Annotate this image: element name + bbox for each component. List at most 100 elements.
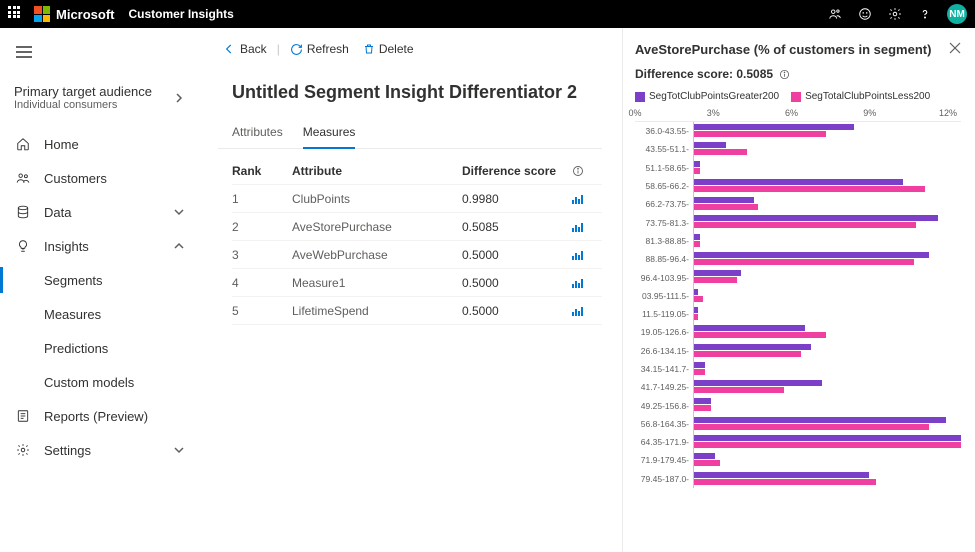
tab-attributes[interactable]: Attributes — [232, 119, 283, 148]
table-row[interactable]: 4Measure10.5000 — [232, 269, 602, 297]
cell-rank: 5 — [232, 304, 292, 318]
chart-row: 03.95-111.5- — [635, 287, 961, 305]
cell-score: 0.9980 — [462, 192, 572, 206]
bar-chart: 0%3%6%9%12% 36.0-43.55-43.55-51.1-51.1-5… — [635, 108, 961, 542]
home-icon — [14, 137, 32, 151]
bar-series-b — [694, 277, 737, 283]
table-row[interactable]: 2AveStorePurchase0.5085 — [232, 213, 602, 241]
axis-tick: 12% — [939, 108, 957, 118]
table-row[interactable]: 3AveWebPurchase0.5000 — [232, 241, 602, 269]
chart-row: 58.65-66.2- — [635, 177, 961, 195]
chart-row: 81.3-88.85- — [635, 232, 961, 250]
nav-measures[interactable]: Measures — [0, 297, 198, 331]
tabs: Attributes Measures — [218, 119, 602, 149]
y-label: 79.45-187.0- — [635, 474, 693, 484]
back-arrow-icon — [222, 42, 236, 56]
col-attribute: Attribute — [292, 164, 462, 178]
bar-series-b — [694, 460, 720, 466]
bar-series-a — [694, 124, 854, 130]
refresh-icon — [290, 43, 303, 56]
cell-score: 0.5000 — [462, 248, 572, 262]
col-rank: Rank — [232, 164, 292, 178]
bar-series-b — [694, 131, 826, 137]
refresh-button[interactable]: Refresh — [286, 40, 353, 58]
table-row[interactable]: 1ClubPoints0.9980 — [232, 185, 602, 213]
bar-series-a — [694, 325, 805, 331]
col-diff: Difference score — [462, 164, 572, 178]
nav-label: Insights — [44, 239, 89, 254]
close-icon[interactable] — [949, 42, 961, 54]
nav-label: Segments — [44, 273, 103, 288]
bar-series-b — [694, 241, 700, 247]
app-header: Microsoft Customer Insights NM — [0, 0, 975, 28]
x-axis: 0%3%6%9%12% — [635, 108, 961, 122]
chart-row: 64.35-171.9- — [635, 433, 961, 451]
audience-selector[interactable]: Primary target audience Individual consu… — [0, 84, 198, 121]
legend-item-b: SegTotalClubPointsLess200 — [791, 91, 930, 102]
bar-series-a — [694, 380, 822, 386]
nav-predictions[interactable]: Predictions — [0, 331, 198, 365]
bar-series-a — [694, 270, 741, 276]
bar-series-a — [694, 215, 938, 221]
nav-settings[interactable]: Settings — [0, 433, 198, 467]
cell-rank: 4 — [232, 276, 292, 290]
cell-rank: 1 — [232, 192, 292, 206]
y-label: 96.4-103.95- — [635, 273, 693, 283]
y-label: 66.2-73.75- — [635, 199, 693, 209]
hamburger-icon[interactable] — [8, 36, 40, 68]
user-avatar[interactable]: NM — [947, 4, 967, 24]
nav-insights[interactable]: Insights — [0, 229, 198, 263]
people-icon[interactable] — [827, 6, 843, 22]
brand-label: Microsoft — [56, 7, 115, 22]
nav-customers[interactable]: Customers — [0, 161, 198, 195]
cell-rank: 3 — [232, 248, 292, 262]
chart-row: 73.75-81.3- — [635, 213, 961, 231]
chart-row: 26.6-134.15- — [635, 342, 961, 360]
bar-series-b — [694, 204, 758, 210]
audience-title: Primary target audience — [14, 84, 152, 99]
cell-attribute: AveStorePurchase — [292, 220, 462, 234]
product-label: Customer Insights — [129, 7, 234, 21]
customers-icon — [14, 171, 32, 185]
gear-icon[interactable] — [887, 6, 903, 22]
bar-series-a — [694, 435, 961, 441]
info-icon[interactable] — [572, 165, 602, 177]
insights-icon — [14, 239, 32, 253]
cell-attribute: ClubPoints — [292, 192, 462, 206]
info-icon[interactable] — [779, 69, 790, 80]
y-label: 49.25-156.8- — [635, 401, 693, 411]
bar-series-a — [694, 472, 869, 478]
detail-panel: AveStorePurchase (% of customers in segm… — [622, 28, 975, 552]
y-label: 64.35-171.9- — [635, 437, 693, 447]
nav-segments[interactable]: Segments — [0, 263, 198, 297]
y-label: 43.55-51.1- — [635, 144, 693, 154]
help-icon[interactable] — [917, 6, 933, 22]
nav-home[interactable]: Home — [0, 127, 198, 161]
delete-label: Delete — [379, 42, 414, 56]
spark-icon — [572, 194, 602, 204]
cell-rank: 2 — [232, 220, 292, 234]
chevron-down-icon — [174, 207, 184, 217]
y-label: 36.0-43.55- — [635, 126, 693, 136]
smile-icon[interactable] — [857, 6, 873, 22]
command-bar: Back | Refresh Delete — [218, 34, 602, 64]
axis-tick: 0% — [628, 108, 641, 118]
table-row[interactable]: 5LifetimeSpend0.5000 — [232, 297, 602, 325]
y-label: 41.7-149.25- — [635, 382, 693, 392]
nav-label: Data — [44, 205, 71, 220]
nav-data[interactable]: Data — [0, 195, 198, 229]
y-label: 11.5-119.05- — [635, 309, 693, 319]
chevron-right-icon — [174, 93, 184, 103]
y-label: 88.85-96.4- — [635, 254, 693, 264]
back-button[interactable]: Back — [218, 40, 271, 58]
nav-label: Reports (Preview) — [44, 409, 148, 424]
spark-icon — [572, 306, 602, 316]
chart-row: 66.2-73.75- — [635, 195, 961, 213]
nav-reports[interactable]: Reports (Preview) — [0, 399, 198, 433]
chart-row: 71.9-179.45- — [635, 451, 961, 469]
data-icon — [14, 205, 32, 219]
nav-custom-models[interactable]: Custom models — [0, 365, 198, 399]
delete-button[interactable]: Delete — [359, 40, 418, 58]
app-launcher-icon[interactable] — [8, 6, 24, 22]
tab-measures[interactable]: Measures — [303, 119, 356, 149]
